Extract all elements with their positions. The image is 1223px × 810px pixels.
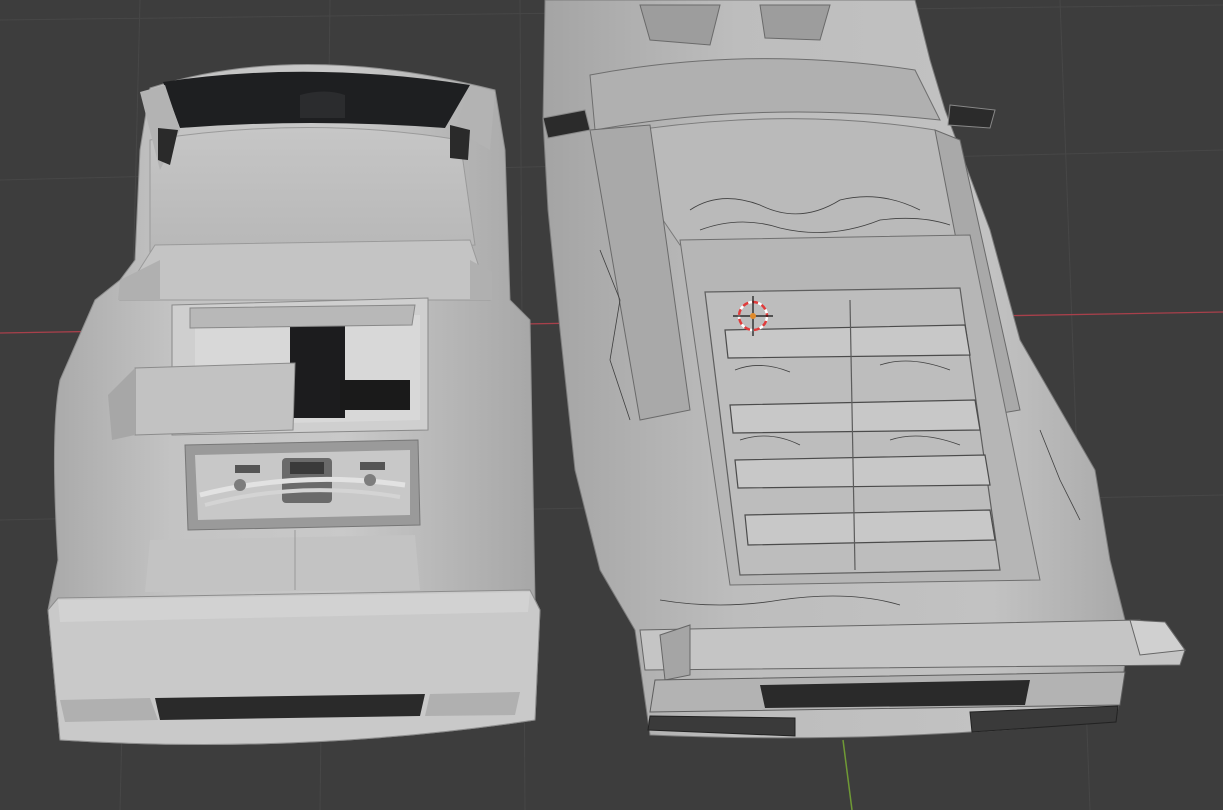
- 3d-viewport[interactable]: [0, 0, 1223, 810]
- scanned-car-model[interactable]: [542, 0, 1187, 739]
- viewport-canvas[interactable]: [0, 0, 1223, 810]
- clean-car-model[interactable]: [47, 64, 541, 745]
- y-axis-line: [842, 739, 853, 810]
